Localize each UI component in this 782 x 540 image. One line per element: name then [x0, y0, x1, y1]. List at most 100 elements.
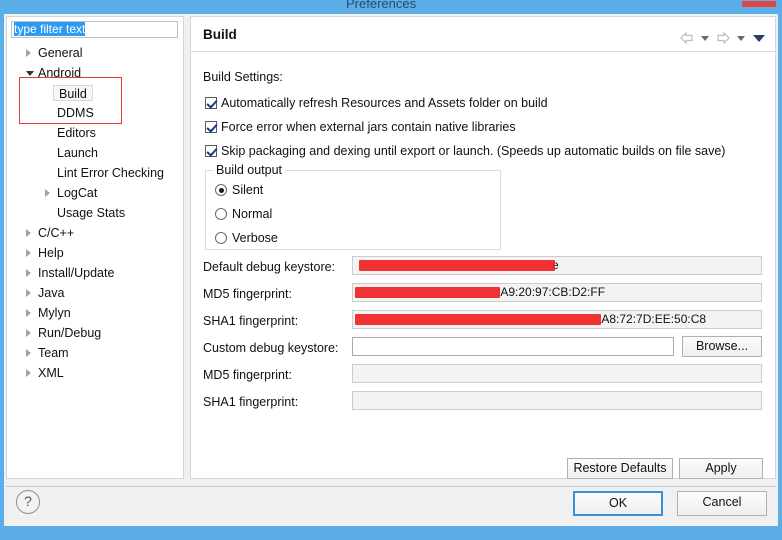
build-settings-panel: Build Build Settings: Automatically refr…	[190, 16, 776, 479]
sidebar-item-xml[interactable]: XML	[7, 363, 183, 383]
sidebar-item-label: Launch	[57, 146, 99, 160]
sidebar-item-usage-stats[interactable]: Usage Stats	[7, 203, 183, 223]
checkbox-skip-packaging-label: Skip packaging and dexing until export o…	[221, 144, 726, 158]
custom-md5-fingerprint-field	[352, 364, 762, 383]
sidebar-item-launch[interactable]: Launch	[7, 143, 183, 163]
sidebar-item-lint-error-checking[interactable]: Lint Error Checking	[7, 163, 183, 183]
sidebar-item-label: Team	[38, 346, 69, 360]
sidebar-item-label: General	[38, 46, 83, 60]
window-title: Preferences	[346, 0, 417, 11]
sidebar-item-general[interactable]: General	[7, 43, 183, 63]
custom-debug-keystore-label: Custom debug keystore:	[203, 341, 339, 355]
sidebar-item-label: Help	[38, 246, 64, 260]
radio-verbose-circle[interactable]	[215, 232, 227, 244]
sha1-fingerprint-label: SHA1 fingerprint:	[203, 314, 299, 328]
sidebar-item-label: Editors	[57, 126, 96, 140]
window-titlebar: Preferences	[0, 0, 782, 14]
page-navigation-controls	[679, 31, 767, 45]
preferences-tree-panel: type filter text General Android Build DDMS…	[6, 16, 184, 479]
sidebar-item-label: Build	[53, 85, 93, 101]
chevron-right-icon[interactable]	[26, 269, 31, 277]
custom-sha1-fingerprint-label: SHA1 fingerprint:	[203, 395, 299, 409]
sidebar-item-label: Usage Stats	[57, 206, 126, 220]
chevron-right-icon[interactable]	[26, 229, 31, 237]
title-separator	[191, 51, 775, 52]
default-debug-keystore-field: e	[352, 256, 762, 275]
apply-button[interactable]: Apply	[679, 458, 763, 479]
sidebar-item-label: Install/Update	[38, 266, 115, 280]
checkbox-force-error[interactable]: Force error when external jars contain n…	[205, 120, 516, 134]
chevron-right-icon[interactable]	[26, 369, 31, 377]
sidebar-item-java[interactable]: Java	[7, 283, 183, 303]
sidebar-item-c-c[interactable]: C/C++	[7, 223, 183, 243]
sidebar-item-run-debug[interactable]: Run/Debug	[7, 323, 183, 343]
chevron-right-icon[interactable]	[26, 289, 31, 297]
checkbox-skip-packaging-box[interactable]	[205, 145, 217, 157]
chevron-right-icon[interactable]	[26, 249, 31, 257]
radio-silent[interactable]: Silent	[215, 183, 263, 197]
sidebar-item-build[interactable]: Build	[7, 83, 183, 103]
sidebar-item-mylyn[interactable]: Mylyn	[7, 303, 183, 323]
back-arrow-icon[interactable]	[679, 31, 695, 45]
forward-dropdown-icon[interactable]	[737, 35, 745, 41]
custom-sha1-fingerprint-field	[352, 391, 762, 410]
back-dropdown-icon[interactable]	[701, 35, 709, 41]
restore-defaults-button[interactable]: Restore Defaults	[567, 458, 673, 479]
preferences-window: Preferences type filter text General Andr…	[0, 0, 782, 540]
redaction-bar	[355, 314, 601, 325]
checkbox-auto-refresh[interactable]: Automatically refresh Resources and Asse…	[205, 96, 548, 110]
chevron-right-icon[interactable]	[26, 49, 31, 57]
help-icon[interactable]: ?	[16, 490, 40, 514]
radio-silent-label: Silent	[232, 183, 264, 197]
sidebar-item-label: XML	[38, 366, 64, 380]
checkbox-auto-refresh-box[interactable]	[205, 97, 217, 109]
cancel-button[interactable]: Cancel	[677, 491, 767, 516]
window-right-edge	[778, 14, 782, 526]
checkbox-force-error-box[interactable]	[205, 121, 217, 133]
window-bottom-edge	[0, 526, 782, 540]
sidebar-item-team[interactable]: Team	[7, 343, 183, 363]
radio-normal-label: Normal	[232, 207, 273, 221]
checkbox-auto-refresh-label: Automatically refresh Resources and Asse…	[221, 96, 548, 110]
custom-debug-keystore-input[interactable]	[352, 337, 674, 356]
build-output-group-title: Build output	[213, 163, 286, 177]
chevron-right-icon[interactable]	[26, 329, 31, 337]
chevron-right-icon[interactable]	[45, 189, 50, 197]
browse-button[interactable]: Browse...	[682, 336, 762, 357]
sidebar-item-label: LogCat	[57, 186, 98, 200]
sidebar-item-help[interactable]: Help	[7, 243, 183, 263]
radio-normal-circle[interactable]	[215, 208, 227, 220]
sidebar-item-editors[interactable]: Editors	[7, 123, 183, 143]
sidebar-item-label: Mylyn	[38, 306, 71, 320]
preferences-dialog: type filter text General Android Build DDMS…	[4, 14, 778, 526]
radio-normal[interactable]: Normal	[215, 207, 272, 221]
footer-separator	[6, 486, 776, 487]
checkbox-force-error-label: Force error when external jars contain n…	[221, 120, 516, 134]
md5-fingerprint-field: :A9:20:97:CB:D2:FF	[352, 283, 762, 302]
sidebar-item-install-update[interactable]: Install/Update	[7, 263, 183, 283]
radio-verbose-label: Verbose	[232, 231, 278, 245]
page-title: Build	[203, 27, 237, 42]
forward-arrow-icon[interactable]	[715, 31, 731, 45]
ok-button[interactable]: OK	[573, 491, 663, 516]
radio-verbose[interactable]: Verbose	[215, 231, 278, 245]
sidebar-item-android[interactable]: Android	[7, 63, 183, 83]
view-menu-icon[interactable]	[753, 34, 765, 42]
filter-input-value: type filter text	[14, 22, 86, 36]
radio-silent-circle[interactable]	[215, 184, 227, 196]
custom-md5-fingerprint-label: MD5 fingerprint:	[203, 368, 292, 382]
filter-input[interactable]: type filter text	[11, 21, 178, 38]
build-settings-label: Build Settings:	[203, 70, 283, 84]
preferences-tree[interactable]: General Android Build DDMS Editors Launch Lint…	[7, 43, 183, 383]
chevron-down-icon[interactable]	[26, 71, 34, 76]
chevron-right-icon[interactable]	[26, 309, 31, 317]
checkbox-skip-packaging[interactable]: Skip packaging and dexing until export o…	[205, 144, 725, 158]
sha1-fingerprint-field: :A8:72:7D:EE:50:C8	[352, 310, 762, 329]
sidebar-item-logcat[interactable]: LogCat	[7, 183, 183, 203]
md5-fingerprint-value: :A9:20:97:CB:D2:FF	[497, 285, 606, 299]
chevron-right-icon[interactable]	[26, 349, 31, 357]
close-icon[interactable]	[742, 1, 776, 7]
sidebar-item-ddms[interactable]: DDMS	[7, 103, 183, 123]
sidebar-item-label: Lint Error Checking	[57, 166, 164, 180]
md5-fingerprint-label: MD5 fingerprint:	[203, 287, 292, 301]
